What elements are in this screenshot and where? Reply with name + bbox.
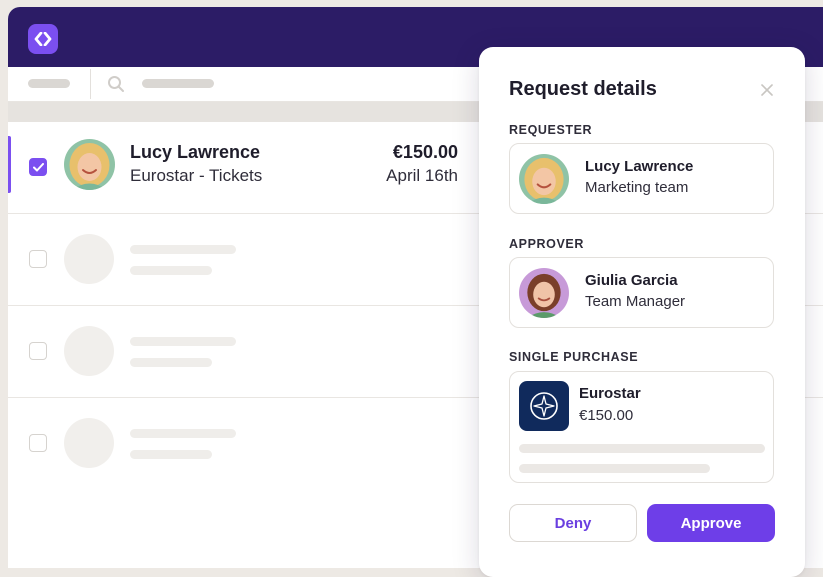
row-checkbox[interactable]: [29, 250, 47, 268]
avatar-placeholder: [64, 234, 114, 284]
approver-card[interactable]: Giulia Garcia Team Manager: [509, 257, 774, 328]
purchase-card[interactable]: Eurostar €150.00: [509, 371, 774, 483]
user-avatar-icon: [519, 268, 569, 318]
panel-title: Request details: [509, 78, 657, 100]
requester-name: Lucy Lawrence: [585, 158, 694, 175]
app-logo[interactable]: [28, 24, 58, 54]
avatar-placeholder: [64, 418, 114, 468]
text-placeholder: [130, 358, 212, 367]
filter-placeholder[interactable]: [28, 79, 70, 88]
eurostar-star-icon: [530, 392, 558, 420]
approver-label: APPROVER: [509, 237, 584, 251]
deny-button[interactable]: Deny: [509, 504, 637, 542]
avatar: [519, 154, 569, 204]
row-amount: €150.00: [392, 142, 458, 162]
row-checkbox[interactable]: [29, 434, 47, 452]
requester-label: REQUESTER: [509, 123, 593, 137]
search-icon[interactable]: [107, 75, 125, 93]
text-placeholder: [130, 245, 236, 254]
avatar: [519, 268, 569, 318]
search-input-placeholder[interactable]: [142, 79, 214, 88]
logo-icon: [34, 32, 52, 46]
merchant-logo: [519, 381, 569, 431]
text-placeholder: [130, 266, 212, 275]
row-checkbox[interactable]: [29, 342, 47, 360]
text-placeholder: [130, 450, 212, 459]
approver-name: Giulia Garcia: [585, 272, 678, 289]
user-avatar-icon: [519, 154, 569, 204]
toolbar-divider: [90, 69, 91, 99]
avatar-placeholder: [64, 326, 114, 376]
requester-team: Marketing team: [585, 179, 689, 196]
approver-role: Team Manager: [585, 293, 686, 310]
requester-card[interactable]: Lucy Lawrence Marketing team: [509, 143, 774, 214]
approve-button[interactable]: Approve: [647, 504, 775, 542]
request-details-panel: Request details REQUESTER Lucy Lawrence …: [479, 47, 805, 577]
text-placeholder: [519, 464, 710, 473]
close-icon[interactable]: [760, 83, 774, 97]
purchase-amount: €150.00: [579, 407, 634, 424]
merchant-name: Eurostar: [579, 385, 641, 402]
text-placeholder: [519, 444, 765, 453]
purchase-label: SINGLE PURCHASE: [509, 350, 639, 364]
text-placeholder: [130, 429, 236, 438]
row-date: April 16th: [386, 166, 458, 185]
text-placeholder: [130, 337, 236, 346]
